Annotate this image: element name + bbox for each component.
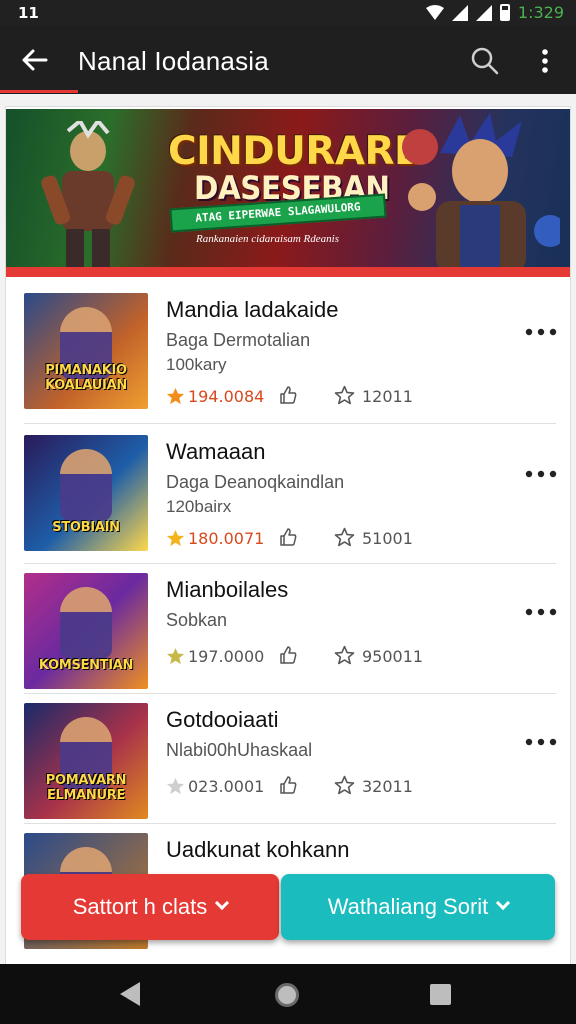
content-area[interactable]: CINDURARD DASESEBAN ATAG EIPERWAE SLAGAW… [0, 94, 576, 964]
item-meta: 194.0084 12011 [166, 385, 466, 407]
item-favorites-count: 12011 [362, 387, 413, 406]
thumbs-up-icon[interactable] [278, 527, 298, 547]
item-title: Wamaaan [166, 439, 266, 464]
content-card: CINDURARD DASESEBAN ATAG EIPERWAE SLAGAW… [5, 106, 571, 964]
banner-subtitle: Rankanaien cidaraisam Rdeanis [196, 233, 339, 245]
item-rating: 197.0000 [188, 647, 265, 666]
thumbnail-label: KOMSENTIAN [38, 658, 134, 673]
thumbnail-character-image [60, 587, 112, 659]
list-item[interactable]: STOBIAIN Wamaaan Daga Deanoqkaindlan 120bai… [24, 435, 558, 575]
promo-banner[interactable]: CINDURARD DASESEBAN ATAG EIPERWAE SLAGAW… [6, 109, 570, 277]
back-arrow-icon[interactable] [18, 44, 50, 76]
search-icon[interactable] [470, 46, 500, 76]
banner-hero-left-image [41, 121, 135, 269]
star-outline-icon[interactable] [334, 775, 355, 796]
star-icon [166, 647, 185, 665]
chevron-down-icon [215, 895, 230, 911]
app-bar: Nanal Iodanasia [0, 26, 576, 94]
nav-back-icon[interactable] [120, 982, 140, 1006]
item-meta: 180.0071 51001 [166, 527, 466, 549]
list-item[interactable]: KOMSENTIAN Mianboilales Sobkan 197.0000 9500… [24, 573, 558, 713]
item-rating: 180.0071 [188, 529, 265, 548]
item-subtitle: Nlabi00hUhaskaal [166, 740, 313, 760]
thumbs-up-icon[interactable] [278, 775, 298, 795]
star-outline-icon[interactable] [334, 385, 355, 406]
signal-icon [451, 4, 468, 21]
sort-button[interactable]: Sattort h clats [21, 874, 279, 940]
item-rating: 194.0084 [188, 387, 265, 406]
item-subtitle: Sobkan [166, 610, 228, 630]
item-meta: 023.0001 32011 [166, 775, 466, 797]
thumbs-up-icon[interactable] [278, 385, 298, 405]
item-rating: 023.0001 [188, 777, 265, 796]
item-title: Mandia ladakaide [166, 297, 339, 322]
filter-button[interactable]: Wathaliang Sorit [281, 874, 555, 940]
item-subtitle: Daga Deanoqkaindlan [166, 472, 345, 492]
item-title: Uadkunat kohkann [166, 837, 350, 862]
star-icon [166, 777, 185, 795]
thumbnail-label: PIMANAKIO KOALAUIAN [45, 363, 127, 393]
item-title: Mianboilales [166, 577, 289, 602]
thumbnail-label: STOBIAIN [52, 520, 120, 535]
banner-title-line1: CINDURARD [168, 129, 426, 174]
more-horiz-icon[interactable] [524, 607, 558, 617]
game-thumbnail[interactable]: PIMANAKIO KOALAUIAN [24, 293, 148, 409]
app-bar-accent [0, 90, 78, 93]
item-meta: 197.0000 950011 [166, 645, 466, 667]
wifi-icon [425, 4, 444, 20]
game-thumbnail[interactable]: STOBIAIN [24, 435, 148, 551]
more-horiz-icon[interactable] [524, 327, 558, 337]
star-icon [166, 387, 185, 405]
list-item[interactable]: PIMANAKIO KOALAUIAN Mandia ladakaide Baga … [24, 293, 558, 433]
star-icon [166, 529, 185, 547]
item-subtitle: Baga Dermotalian [166, 330, 311, 350]
status-left-text: 11 [18, 4, 39, 22]
banner-band [6, 267, 570, 277]
chevron-down-icon [496, 895, 511, 911]
thumbnail-character-image [60, 449, 112, 521]
banner-hero-right-image [402, 113, 560, 273]
thumbs-up-icon[interactable] [278, 645, 298, 665]
list-item[interactable]: POMAVARN ELMANURE Gotdooiaati Nlabi00hUhas… [24, 703, 558, 843]
status-time: 1:329 [517, 3, 564, 22]
game-thumbnail[interactable]: KOMSENTIAN [24, 573, 148, 689]
game-thumbnail[interactable]: POMAVARN ELMANURE [24, 703, 148, 819]
nav-home-icon[interactable] [275, 983, 299, 1007]
sort-button-label: Sattort h clats [72, 894, 208, 919]
thumbnail-label: POMAVARN ELMANURE [45, 773, 127, 803]
more-horiz-icon[interactable] [524, 737, 558, 747]
item-size: 120bairx [166, 497, 232, 516]
item-favorites-count: 51001 [362, 529, 413, 548]
star-outline-icon[interactable] [334, 527, 355, 548]
page-title: Nanal Iodanasia [78, 46, 269, 76]
filter-button-label: Wathaliang Sorit [327, 894, 489, 919]
battery-icon [499, 4, 510, 21]
item-favorites-count: 32011 [362, 777, 413, 796]
status-bar: 11 1:329 [0, 0, 576, 26]
status-icons: 1:329 [425, 3, 564, 22]
nav-recents-icon[interactable] [430, 984, 451, 1005]
star-outline-icon[interactable] [334, 645, 355, 666]
item-title: Gotdooiaati [166, 707, 279, 732]
signal-2-icon [475, 4, 492, 21]
more-horiz-icon[interactable] [524, 469, 558, 479]
item-size: 100kary [166, 355, 227, 374]
system-nav-bar [0, 964, 576, 1024]
item-favorites-count: 950011 [362, 647, 424, 666]
more-vert-icon[interactable] [532, 46, 558, 76]
